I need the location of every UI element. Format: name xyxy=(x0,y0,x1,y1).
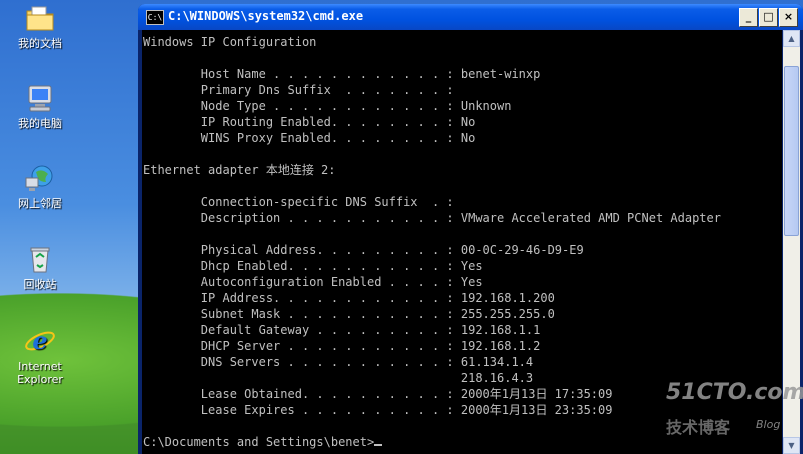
console-line: Connection-specific DNS Suffix . : xyxy=(143,195,454,209)
desktop-icon-label: 我的电脑 xyxy=(18,117,62,130)
title-bar[interactable]: C:\ C:\WINDOWS\system32\cmd.exe _ □ × xyxy=(138,4,803,30)
my-documents-icon xyxy=(26,6,54,31)
console-line: Lease Expires . . . . . . . . . . : 2000… xyxy=(143,403,613,417)
minimize-button[interactable]: _ xyxy=(739,8,758,27)
command-prompt[interactable]: C:\Documents and Settings\benet> xyxy=(143,435,374,449)
my-computer-icon xyxy=(28,85,52,112)
console-line: Default Gateway . . . . . . . . . : 192.… xyxy=(143,323,541,337)
console-line: Subnet Mask . . . . . . . . . . . : 255.… xyxy=(143,307,555,321)
network-places-icon xyxy=(25,165,53,191)
console-line: Node Type . . . . . . . . . . . . : Unkn… xyxy=(143,99,512,113)
watermark-tagline: 技术博客 xyxy=(666,418,731,437)
console-line: Lease Obtained. . . . . . . . . . : 2000… xyxy=(143,387,613,401)
console-line: Windows IP Configuration xyxy=(143,35,317,49)
desktop-icon-my-documents[interactable]: 我的文档 xyxy=(5,2,75,50)
scroll-up-button[interactable]: ▲ xyxy=(783,30,800,47)
console-line: IP Routing Enabled. . . . . . . . : No xyxy=(143,115,476,129)
console-line: WINS Proxy Enabled. . . . . . . . : No xyxy=(143,131,476,145)
scroll-thumb[interactable] xyxy=(784,66,799,236)
console-line: Ethernet adapter 本地连接 2: xyxy=(143,163,336,177)
watermark-site: 51CTO.com xyxy=(666,380,803,405)
svg-text:e: e xyxy=(32,326,47,355)
console-line: IP Address. . . . . . . . . . . . : 192.… xyxy=(143,291,555,305)
console-line: Primary Dns Suffix . . . . . . . : xyxy=(143,83,454,97)
console-line: 218.16.4.3 xyxy=(143,371,534,385)
console-line: Autoconfiguration Enabled . . . . : Yes xyxy=(143,275,483,289)
desktop-icon-network-places[interactable]: 网上邻居 xyxy=(5,162,75,210)
window-title: C:\WINDOWS\system32\cmd.exe xyxy=(168,9,364,23)
desktop-icon-recycle-bin[interactable]: 回收站 xyxy=(5,243,75,291)
desktop-icon-label: 回收站 xyxy=(23,278,57,291)
console-line: Physical Address. . . . . . . . . : 00-0… xyxy=(143,243,584,257)
console-line: DNS Servers . . . . . . . . . . . : 61.1… xyxy=(143,355,534,369)
watermark: 51CTO.com 技术博客 Blog xyxy=(660,380,803,440)
console-line: Description . . . . . . . . . . . : VMwa… xyxy=(143,211,721,225)
console-icon[interactable]: C:\ xyxy=(146,10,164,25)
internet-explorer-icon: e xyxy=(25,326,55,355)
console-line: Host Name . . . . . . . . . . . . : bene… xyxy=(143,67,541,81)
console-line: Dhcp Enabled. . . . . . . . . . . : Yes xyxy=(143,259,483,273)
desktop-icon-label: 网上邻居 xyxy=(18,197,62,210)
desktop-icon-label: 我的文档 xyxy=(18,37,62,50)
desktop-icon-label: Internet Explorer xyxy=(17,360,63,386)
console-line: DHCP Server . . . . . . . . . . . : 192.… xyxy=(143,339,541,353)
watermark-blog: Blog xyxy=(756,418,781,431)
desktop-icon-internet-explorer[interactable]: e Internet Explorer xyxy=(5,325,75,386)
desktop-icon-my-computer[interactable]: 我的电脑 xyxy=(5,82,75,130)
recycle-bin-icon xyxy=(30,247,50,273)
close-button[interactable]: × xyxy=(779,8,798,27)
text-cursor xyxy=(374,444,383,446)
maximize-button[interactable]: □ xyxy=(759,8,778,27)
